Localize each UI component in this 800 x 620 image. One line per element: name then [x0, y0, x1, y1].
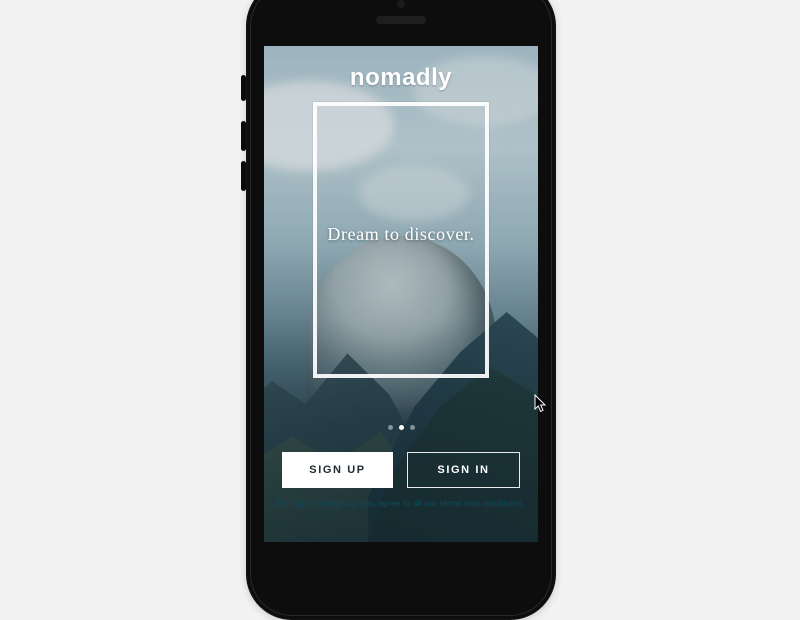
- phone-screen: nomadly Dream to discover. SIGN UP SIGN …: [264, 46, 538, 542]
- sign-up-button[interactable]: SIGN UP: [282, 452, 393, 488]
- auth-button-row: SIGN UP SIGN IN: [282, 452, 520, 488]
- volume-down-button: [241, 161, 246, 191]
- phone-frame: nomadly Dream to discover. SIGN UP SIGN …: [246, 0, 556, 620]
- earpiece-speaker: [376, 16, 426, 24]
- page-dot[interactable]: [410, 425, 415, 430]
- terms-disclaimer: By sign in or sign up you agree to all o…: [264, 498, 538, 508]
- page-indicator[interactable]: [264, 425, 538, 430]
- app-logo: nomadly: [264, 64, 538, 92]
- front-camera-icon: [397, 0, 405, 8]
- hero-tagline: Dream to discover.: [264, 224, 538, 245]
- page-dot[interactable]: [388, 425, 393, 430]
- mute-switch: [241, 75, 246, 101]
- page-dot-active[interactable]: [399, 425, 404, 430]
- sign-in-button[interactable]: SIGN IN: [407, 452, 520, 488]
- volume-up-button: [241, 121, 246, 151]
